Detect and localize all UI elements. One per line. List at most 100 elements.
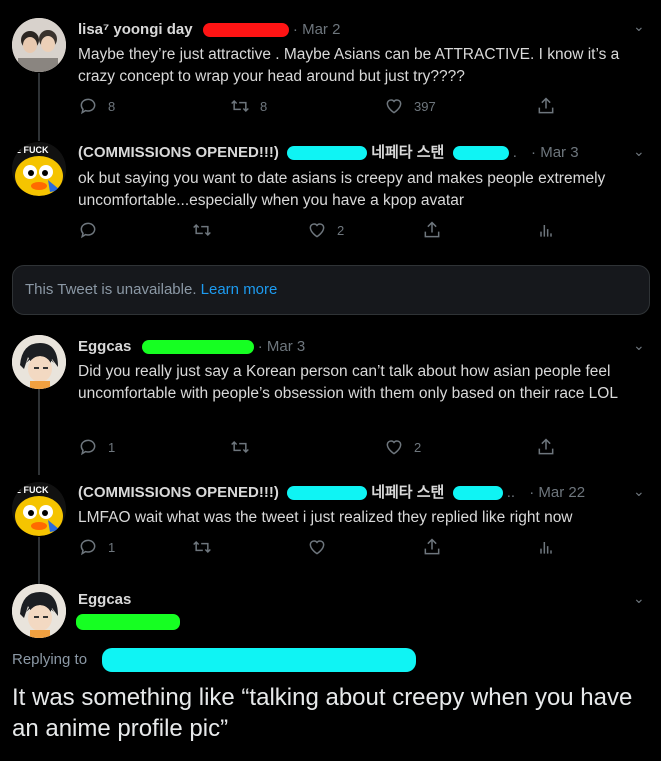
tweet-date[interactable]: Mar 3 <box>540 144 578 161</box>
share-icon <box>424 538 440 555</box>
avatar[interactable] <box>12 18 66 72</box>
chevron-down-icon[interactable]: ⌄ <box>633 143 645 160</box>
avatar[interactable] <box>12 335 66 389</box>
redacted-handle <box>452 146 509 161</box>
replying-to: Replying to <box>12 651 87 668</box>
unavailable-text: This Tweet is unavailable. <box>25 281 197 298</box>
share-button[interactable] <box>536 96 556 116</box>
retweet-icon <box>231 99 249 113</box>
analytics-icon <box>540 542 552 554</box>
tweet[interactable]: lisa⁷ yoongi day · Mar 2 ⌄ Maybe they’re… <box>0 0 661 130</box>
tweet-actions: 1 <box>78 537 578 561</box>
like-count: 2 <box>414 439 422 455</box>
avatar[interactable] <box>12 584 66 638</box>
tweet-actions: 1 2 <box>78 437 578 461</box>
display-name[interactable]: (COMMISSIONS OPENED!!!) <box>78 144 279 161</box>
tweet-text: ok but saying you want to date asians is… <box>78 170 606 209</box>
avatar-overlay-text: E FUCK <box>15 145 49 155</box>
reply-icon <box>80 222 96 239</box>
retweet-icon <box>193 223 211 237</box>
chevron-down-icon[interactable]: ⌄ <box>633 337 645 354</box>
display-name[interactable]: Eggcas <box>78 338 131 355</box>
tweet-date[interactable]: Mar 2 <box>302 21 340 38</box>
tweet-text: It was something like “talking about cre… <box>12 684 633 742</box>
tweet-header: Eggcas <box>78 590 131 610</box>
tweet-text: Maybe they’re just attractive . Maybe As… <box>78 46 620 85</box>
like-icon <box>386 99 402 114</box>
like-button[interactable]: 2 <box>384 437 421 457</box>
tweet-text: Did you really just say a Korean person … <box>78 363 618 402</box>
display-name[interactable]: Eggcas <box>78 591 131 608</box>
redacted-handle <box>287 486 368 501</box>
retweet-button[interactable] <box>192 537 222 557</box>
like-icon <box>386 440 402 455</box>
redacted-handle <box>202 23 289 38</box>
tweet-actions: 8 8 397 <box>78 96 578 120</box>
share-button[interactable] <box>536 437 556 457</box>
tweet[interactable]: E FUCK (COMMISSIONS OPENED!!!) 네페타 스탠 . … <box>0 130 661 260</box>
avatar-photo-icon <box>12 18 66 72</box>
redacted-handle <box>452 486 503 501</box>
reply-icon <box>80 439 96 456</box>
retweet-count: 8 <box>260 98 268 114</box>
share-icon <box>538 438 554 455</box>
tweet[interactable]: E FUCK (COMMISSIONS OPENED!!!) 네페타 스탠 ..… <box>0 470 661 575</box>
tweet[interactable]: Eggcas · Mar 3 ⌄ Did you really just say… <box>0 325 661 470</box>
redacted-handle <box>141 340 254 355</box>
retweet-button[interactable] <box>192 220 222 240</box>
avatar[interactable]: E FUCK <box>12 142 66 196</box>
reply-count: 1 <box>108 439 116 455</box>
tweet-text: LMFAO wait what was the tweet i just rea… <box>78 509 573 526</box>
redacted-handle <box>287 146 368 161</box>
like-button[interactable] <box>307 537 337 557</box>
like-count: 2 <box>337 222 345 238</box>
analytics-button[interactable] <box>536 537 556 557</box>
reply-icon <box>80 98 96 115</box>
chevron-down-icon[interactable]: ⌄ <box>633 18 645 35</box>
chevron-down-icon[interactable]: ⌄ <box>633 483 645 500</box>
reply-icon <box>80 539 96 556</box>
chevron-down-icon[interactable]: ⌄ <box>633 590 645 607</box>
reply-button[interactable]: 8 <box>78 96 115 116</box>
reply-button[interactable]: 1 <box>78 437 115 457</box>
replying-label: Replying to <box>12 651 88 668</box>
share-button[interactable] <box>422 537 442 557</box>
anime-avatar-icon <box>12 335 66 389</box>
retweet-icon <box>193 540 211 554</box>
anime-avatar-icon <box>12 584 66 638</box>
avatar-overlay-text: E FUCK <box>15 485 49 495</box>
redacted-reply-handles <box>102 648 416 672</box>
share-icon <box>424 221 440 238</box>
share-button[interactable] <box>422 220 442 240</box>
like-icon <box>309 540 325 555</box>
display-name-suffix: 네페타 스탠 <box>371 144 445 161</box>
tweet-header: (COMMISSIONS OPENED!!!) 네페타 스탠 .. · Mar … <box>78 484 586 501</box>
display-name[interactable]: lisa⁷ yoongi day <box>78 21 193 38</box>
reply-count: 1 <box>108 539 116 555</box>
analytics-icon <box>540 225 552 237</box>
learn-more-link[interactable]: Learn more <box>201 281 278 298</box>
retweet-icon <box>231 440 249 454</box>
analytics-button[interactable] <box>536 220 556 240</box>
display-name[interactable]: (COMMISSIONS OPENED!!!) <box>78 484 279 501</box>
share-icon <box>538 97 554 114</box>
unavailable-tweet-notice: This Tweet is unavailable. Learn more <box>12 265 650 315</box>
reply-button[interactable]: 1 <box>78 537 115 557</box>
like-icon <box>309 223 325 238</box>
retweet-button[interactable] <box>230 437 260 457</box>
like-button[interactable]: 2 <box>307 220 344 240</box>
tweet-date[interactable]: Mar 22 <box>538 484 585 501</box>
retweet-button[interactable]: 8 <box>230 96 267 116</box>
tweet-header: (COMMISSIONS OPENED!!!) 네페타 스탠 . · Mar 3 <box>78 144 579 161</box>
tweet-date[interactable]: Mar 3 <box>267 338 305 355</box>
display-name-suffix: 네페타 스탠 <box>371 484 445 501</box>
reply-button[interactable] <box>78 220 108 240</box>
tweet-actions: 2 <box>78 220 578 244</box>
tweet-header: Eggcas · Mar 3 <box>78 338 306 355</box>
redacted-handle <box>76 614 180 630</box>
like-button[interactable]: 397 <box>384 96 436 116</box>
tweet-header: lisa⁷ yoongi day · Mar 2 <box>78 21 341 38</box>
like-count: 397 <box>414 98 436 114</box>
reply-count: 8 <box>108 98 116 114</box>
avatar[interactable]: E FUCK <box>12 482 66 536</box>
